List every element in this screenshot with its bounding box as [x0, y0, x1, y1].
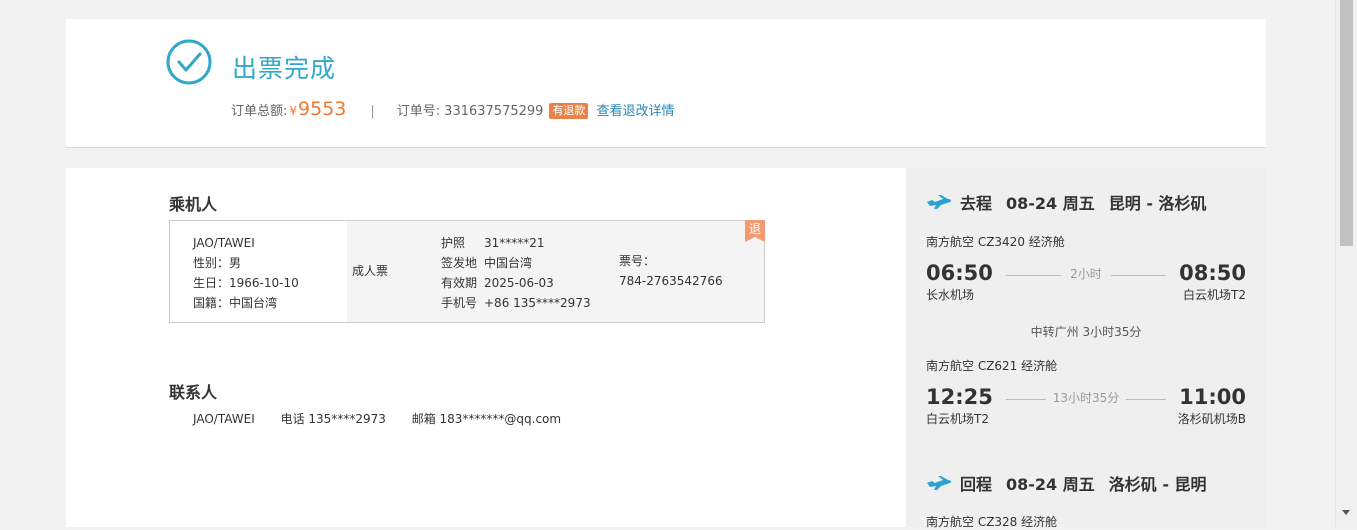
- outbound-route: 昆明 - 洛杉矶: [1108, 194, 1207, 213]
- return-direction: 回程: [960, 475, 993, 494]
- segment-1-arrival-time: 08:50: [1179, 261, 1246, 285]
- plane-icon: [927, 476, 952, 490]
- total-label: 订单总额:: [231, 104, 288, 119]
- contact-phone: 电话 135****2973: [280, 412, 386, 426]
- scroll-down-arrow-icon[interactable]: [1342, 510, 1350, 515]
- refund-status-badge: 有退款: [549, 103, 589, 119]
- passenger-name: JAO/TAWEI: [193, 236, 255, 250]
- contact-info: JAO/TAWEI 电话 135****2973 邮箱 183*******@q…: [193, 410, 583, 427]
- return-route: 洛杉矶 - 昆明: [1108, 475, 1207, 494]
- phone-value: +86 135****2973: [484, 296, 591, 310]
- segment-2-airline: 南方航空 CZ621 经济舱: [926, 359, 1058, 373]
- passport-value: 31*****21: [484, 236, 545, 250]
- phone-row: 手机号 +86 135****2973: [441, 293, 591, 313]
- return-date: 08-24 周五: [1006, 475, 1095, 494]
- outbound-header: 去程 08-24 周五 昆明 - 洛杉矶: [926, 190, 1221, 214]
- contact-email: 邮箱 183*******@qq.com: [411, 412, 562, 426]
- contact-name: JAO/TAWEI: [193, 412, 255, 426]
- outbound-direction: 去程: [960, 194, 993, 213]
- passenger-documents: 护照 31*****21 签发地 中国台湾 有效期 2025-06-03 手机号…: [441, 233, 591, 313]
- outbound-date: 08-24 周五: [1006, 194, 1095, 213]
- segment-2-arrival-airport: 洛杉矶机场B: [1177, 412, 1246, 426]
- segment-1-departure-airport: 长水机场: [926, 288, 975, 302]
- vertical-scrollbar[interactable]: [1335, 0, 1357, 527]
- segment-1-airline: 南方航空 CZ3420 经济舱: [926, 235, 1065, 249]
- duration-line-right: [1111, 275, 1166, 276]
- issue-place-value: 中国台湾: [484, 256, 533, 270]
- order-number: 331637575299: [444, 104, 544, 119]
- issue-place-row: 签发地 中国台湾: [441, 253, 591, 273]
- passport-label: 护照: [441, 236, 466, 250]
- order-number-label: 订单号:: [396, 104, 441, 119]
- ticket-type: 成人票: [352, 264, 389, 278]
- segment-1-departure-time: 06:50: [926, 261, 993, 285]
- refund-corner-badge: 退: [745, 220, 765, 242]
- passport-row: 护照 31*****21: [441, 233, 591, 253]
- ticket-number-label: 票号：: [619, 254, 656, 268]
- total-amount: 9553: [298, 98, 347, 120]
- currency-symbol: ¥: [289, 104, 298, 118]
- expiry-row: 有效期 2025-06-03: [441, 273, 591, 293]
- passenger-basic-info: JAO/TAWEI 性别：男 生日：1966-10-10 国籍：中国台湾: [193, 233, 299, 313]
- scrollbar-thumb[interactable]: [1340, 0, 1353, 246]
- passenger-info-box: JAO/TAWEI 性别：男 生日：1966-10-10 国籍：中国台湾 成人票…: [169, 220, 765, 323]
- segment-1-times: 06:50 2小时 08:50 长水机场 白云机场T2: [926, 261, 1246, 303]
- status-title: 出票完成: [232, 54, 337, 83]
- segment-2-arrival-time: 11:00: [1179, 385, 1246, 409]
- segment-2-departure-airport: 白云机场T2: [926, 412, 989, 426]
- transfer-info: 中转广州 3小时35分: [1030, 325, 1142, 339]
- ticket-number: 784-2763542766: [619, 274, 723, 288]
- contact-title: 联系人: [169, 383, 218, 402]
- flight-itinerary-panel: 去程 08-24 周五 昆明 - 洛杉矶 南方航空 CZ3420 经济舱 06:…: [906, 168, 1266, 529]
- phone-label: 手机号: [441, 296, 478, 310]
- segment-1-arrival-airport: 白云机场T2: [1183, 288, 1246, 302]
- duration-line-right: [1126, 399, 1166, 400]
- passengers-title: 乘机人: [169, 195, 218, 214]
- separator: |: [370, 104, 375, 119]
- segment-1-duration: 2小时: [1070, 267, 1102, 281]
- passenger-contact-card: 乘机人 JAO/TAWEI 性别：男 生日：1966-10-10 国籍：中国台湾…: [66, 168, 906, 527]
- segment-2-departure-time: 12:25: [926, 385, 993, 409]
- segment-2-duration: 13小时35分: [1052, 391, 1120, 405]
- passenger-birthday: 生日：1966-10-10: [193, 276, 299, 290]
- segment-2-times: 12:25 13小时35分 11:00 白云机场T2 洛杉矶机场B: [926, 385, 1246, 427]
- issue-place-label: 签发地: [441, 256, 478, 270]
- expiry-label: 有效期: [441, 276, 478, 290]
- return-header: 回程 08-24 周五 洛杉矶 - 昆明: [926, 471, 1221, 495]
- expiry-value: 2025-06-03: [484, 276, 554, 290]
- return-segment-1-airline: 南方航空 CZ328 经济舱: [926, 515, 1058, 529]
- passenger-nationality: 国籍：中国台湾: [193, 296, 278, 310]
- success-check-icon: [166, 39, 212, 85]
- plane-icon: [927, 195, 952, 209]
- ticket-number-block: 票号： 784-2763542766: [619, 251, 723, 291]
- passenger-gender: 性别：男: [193, 256, 242, 270]
- order-summary-card: 出票完成 订单总额: ¥ 9553 | 订单号: 331637575299 有退…: [66, 19, 1266, 148]
- order-summary-line: 订单总额: ¥ 9553 | 订单号: 331637575299 有退款 查看退…: [231, 98, 674, 120]
- refund-detail-link[interactable]: 查看退改详情: [596, 100, 674, 119]
